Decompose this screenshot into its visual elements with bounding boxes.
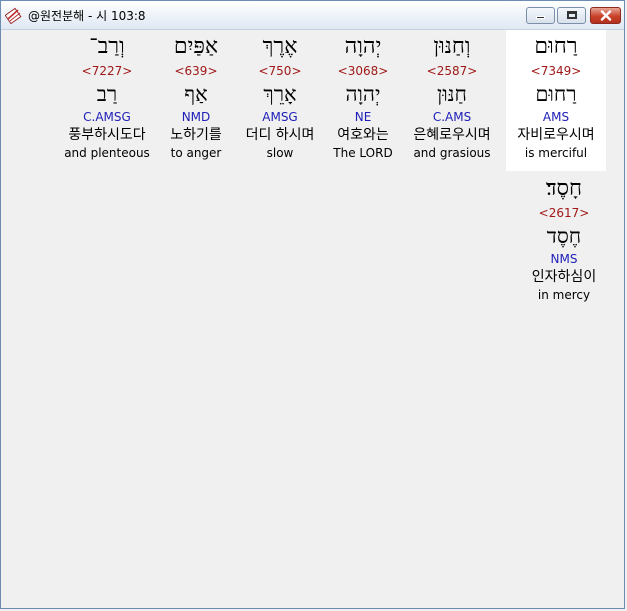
hebrew-word: וְרַב־ [89,34,125,59]
word-card[interactable]: וְרַב־ <7227> רַב C.AMSG 풍부하시도다 and plen… [57,32,157,161]
hebrew-lemma: אַף [184,82,208,106]
english-gloss: in mercy [537,288,591,302]
word-card[interactable]: חָסֶד׃ <2617> חֶסֶד NMS 인자하심이 in mercy [514,174,614,303]
hebrew-lemma: רַב [96,82,118,106]
morphology-code: C.AMS [432,110,472,124]
hebrew-word: רַחוּם [534,34,578,59]
maximize-button[interactable] [557,7,586,24]
hebrew-word: וְחַנּוּן [433,34,471,59]
korean-gloss: 자비로우시며 [517,127,595,143]
english-gloss: and grasious [413,146,491,160]
hebrew-word: חָסֶד׃ [545,176,583,201]
hebrew-word: אַפַּיִם [173,34,219,59]
morphology-code: NMD [181,110,211,124]
strong-number[interactable]: <7227> [57,62,157,80]
close-icon [600,10,612,21]
korean-gloss: 노하기를 [170,127,222,143]
morphology-code: AMS [542,110,570,124]
strong-number[interactable]: <2587> [402,62,502,80]
korean-gloss: 풍부하시도다 [68,127,146,143]
title-bar[interactable]: @원전분해 - 시 103:8 [1,1,624,30]
window-title: @원전분해 - 시 103:8 [28,9,146,23]
word-card[interactable]: אַפַּיִם <639> אַף NMD 노하기를 to anger [146,32,246,161]
korean-gloss: 은혜로우시며 [413,127,491,143]
hebrew-lemma: חַנּוּן [437,82,467,106]
english-gloss: is merciful [524,146,588,160]
close-button[interactable] [590,7,621,24]
strong-number[interactable]: <2617> [514,204,614,222]
english-gloss: to anger [170,146,222,160]
minimize-button[interactable] [526,7,555,24]
app-icon [4,6,23,25]
word-card[interactable]: רַחוּם <7349> רַחוּם AMS 자비로우시며 is merci… [506,30,606,171]
korean-gloss: 인자하심이 [531,269,597,285]
hebrew-lemma: רַחוּם [535,82,577,106]
english-gloss: and plenteous [64,146,150,160]
hebrew-lemma: חֶסֶד [546,224,582,248]
word-card[interactable]: וְחַנּוּן <2587> חַנּוּן C.AMS 은혜로우시며 an… [402,32,502,161]
analysis-panel: רַחוּם <7349> רַחוּם AMS 자비로우시며 is merci… [4,30,621,606]
morphology-code: NMS [550,252,578,266]
app-window: @원전분해 - 시 103:8 רַחוּם <7349> רַחוּם AMS… [0,0,625,609]
strong-number[interactable]: <7349> [506,62,606,80]
morphology-code: C.AMSG [83,110,131,124]
strong-number[interactable]: <639> [146,62,246,80]
